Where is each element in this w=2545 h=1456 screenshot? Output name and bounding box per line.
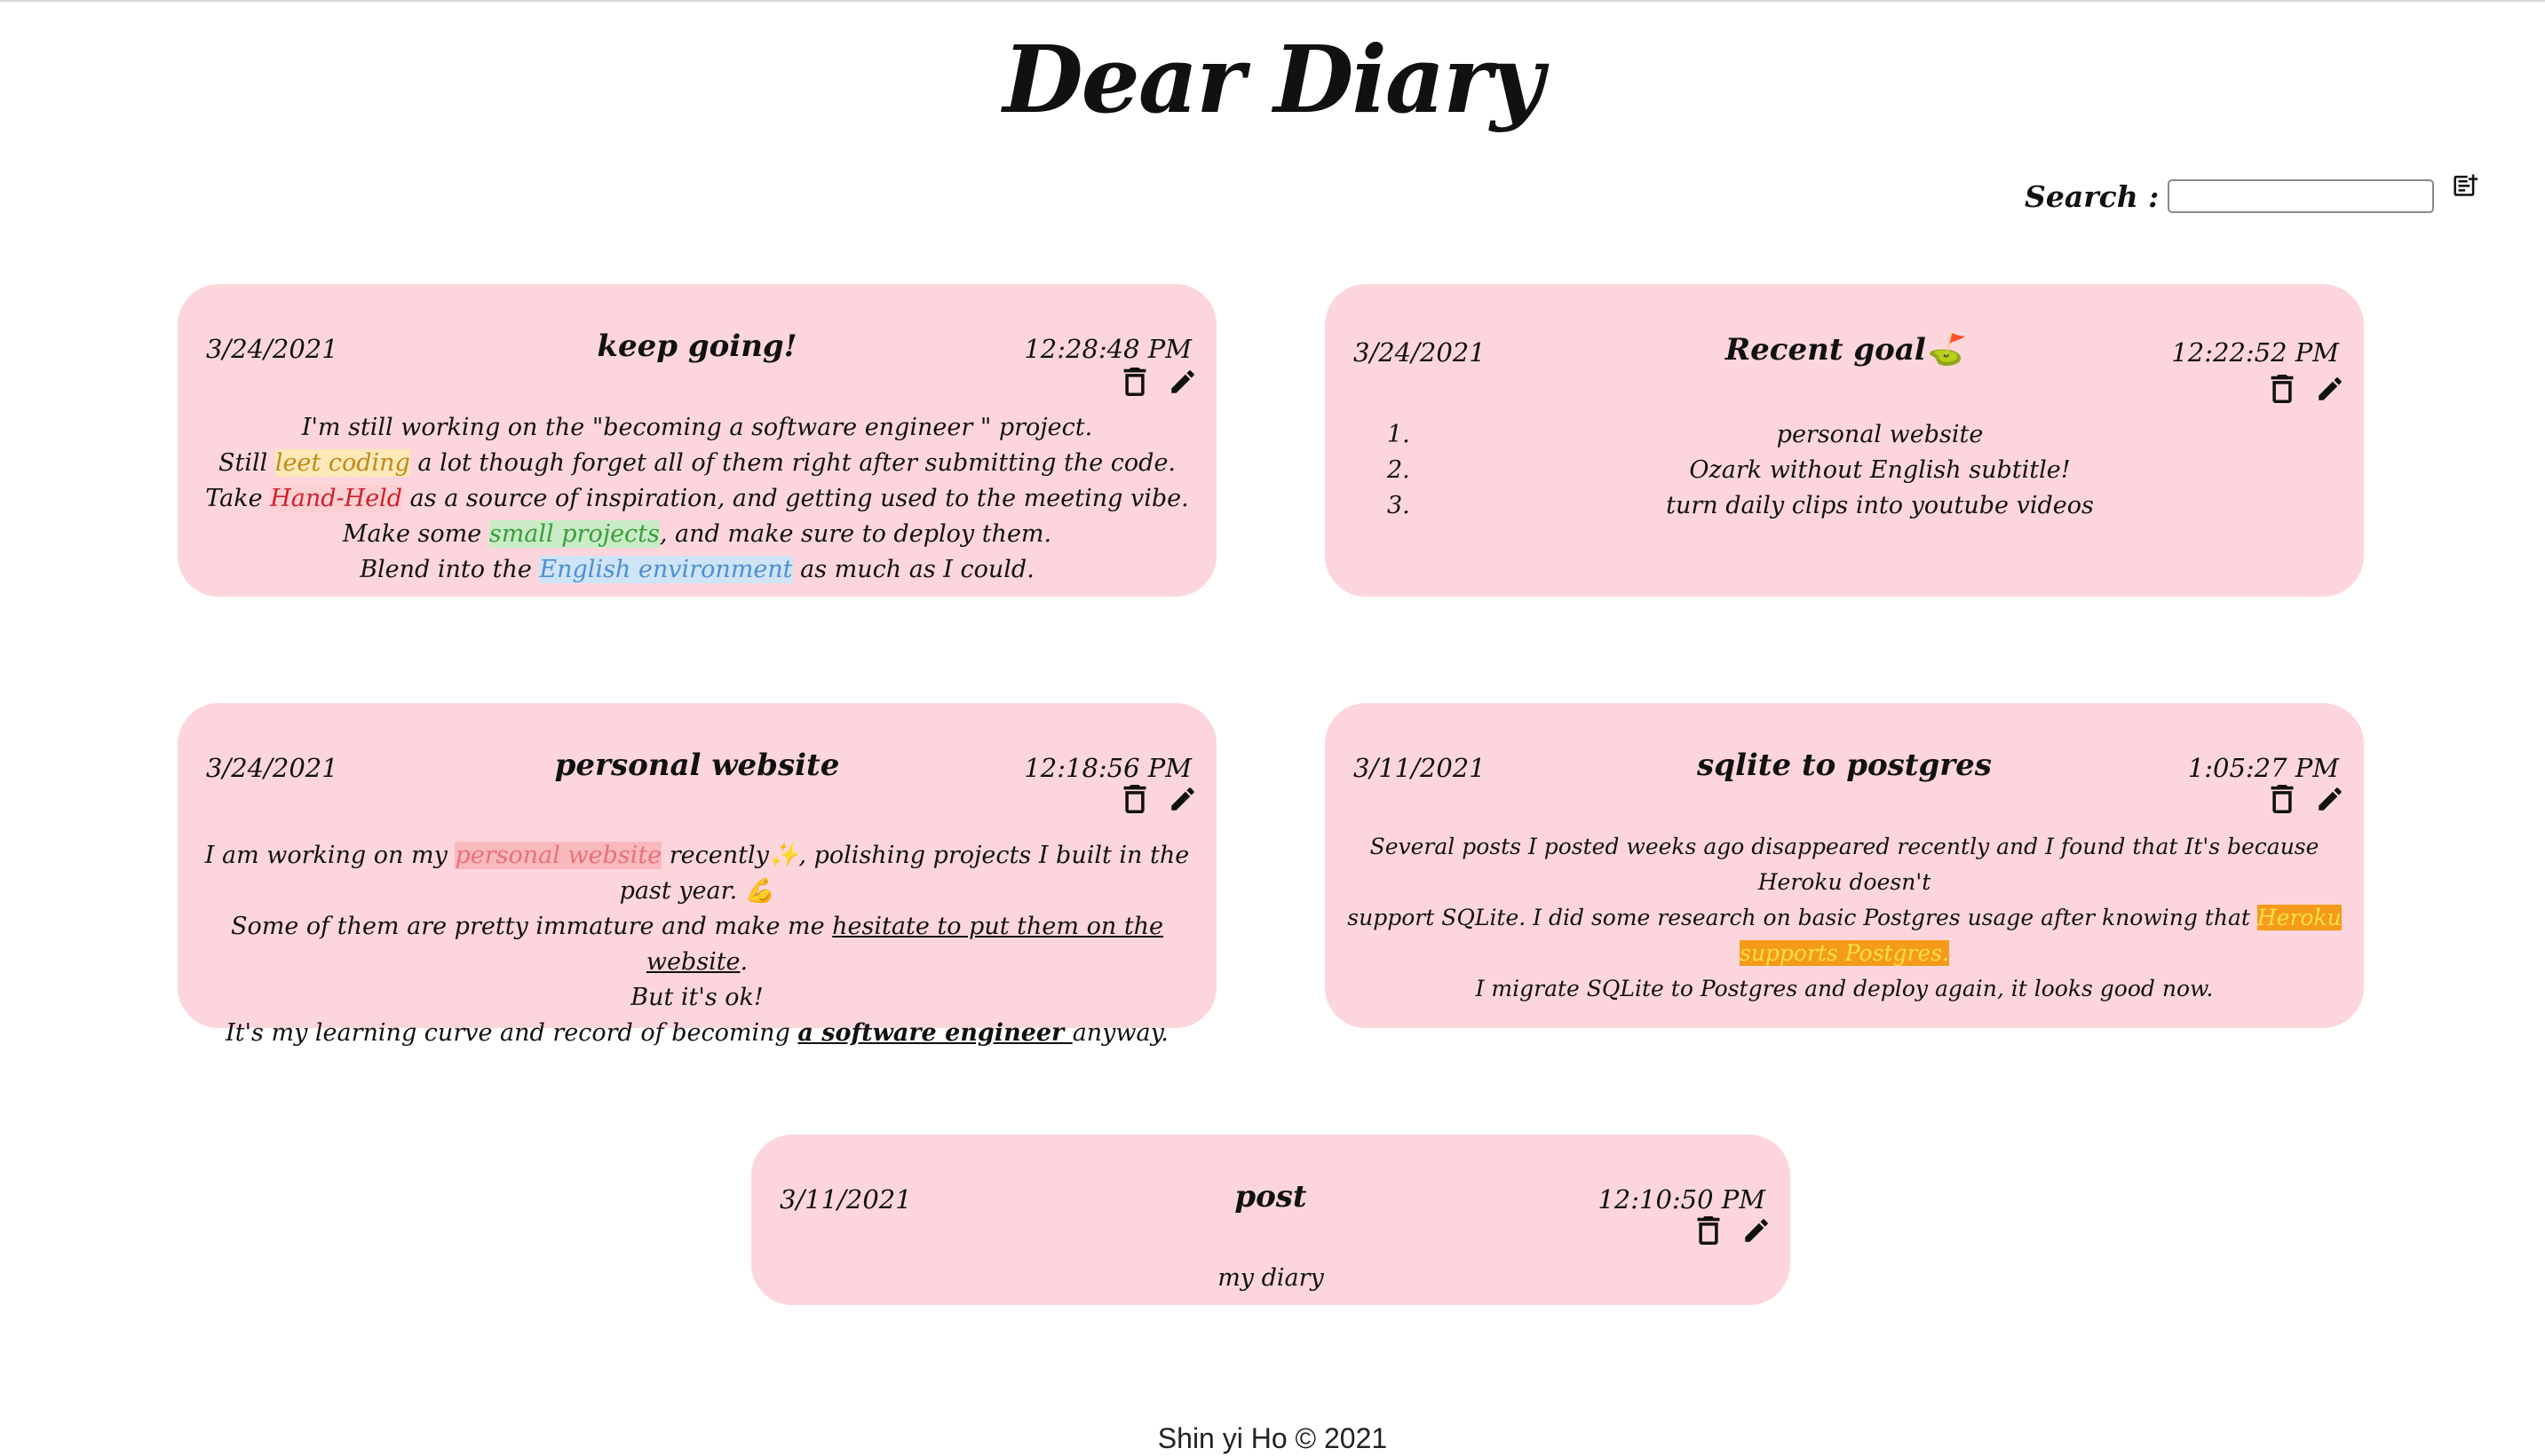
delete-button[interactable] — [2264, 779, 2300, 819]
search-input[interactable] — [2168, 179, 2435, 213]
entry-line: Make some small projects, and make sure … — [342, 520, 1052, 548]
entry-line: I migrate SQLite to Postgres and deploy … — [1475, 976, 2214, 1001]
highlight-text: Hand-Held — [270, 485, 403, 512]
page-title: Dear Diary — [1003, 25, 1543, 134]
list-item: 3. turn daily clips into youtube videos — [1387, 492, 2094, 519]
goal-list: 1. personal website 2. Ozark without Engli… — [1336, 417, 2353, 524]
pencil-icon — [1171, 370, 1194, 393]
entry-line: Take Hand-Held as a source of inspiratio… — [205, 485, 1189, 512]
entry-line: my diary — [1217, 1264, 1324, 1292]
top-border — [0, 0, 2545, 2]
diary-card: 3/24/2021 personal website 12:18:56 PM I… — [178, 703, 1217, 1047]
entry-time: 12:10:50 PM — [1598, 1184, 1765, 1215]
entry-body: I'm still working on the "becoming a sof… — [188, 410, 1206, 588]
delete-button[interactable] — [1117, 362, 1153, 401]
delete-button[interactable] — [1117, 779, 1153, 819]
pencil-icon — [1745, 1219, 1768, 1242]
entry-line: Blend into the English environment as mu… — [360, 556, 1035, 583]
delete-button[interactable] — [2264, 369, 2300, 408]
search-bar: Search : — [2025, 174, 2487, 218]
bold-underlined-text: a software engineer — [797, 1019, 1073, 1047]
pencil-icon — [2319, 377, 2342, 400]
entry-line: But it's ok! — [630, 984, 764, 1011]
trash-icon — [1123, 785, 1146, 813]
highlight-text: personal website — [455, 842, 662, 869]
entry-line: support SQLite. I did some research on b… — [1347, 905, 2342, 966]
edit-button[interactable] — [1165, 362, 1201, 401]
diary-card: 3/11/2021 post 12:10:50 PM my diary — [751, 1135, 1790, 1305]
edit-button[interactable] — [1165, 779, 1201, 819]
edit-button[interactable] — [2312, 369, 2348, 408]
entry-time: 12:28:48 PM — [1024, 334, 1192, 364]
entry-line: Some of them are pretty immature and mak… — [230, 913, 1164, 976]
entry-line: I'm still working on the "becoming a sof… — [301, 414, 1093, 441]
search-label: Search : — [2025, 178, 2160, 214]
entry-body: I am working on my personal website rece… — [188, 838, 1206, 1051]
footer-text: Shin yi Ho © 2021 — [1157, 1422, 1388, 1454]
highlight-text: English environment — [539, 556, 793, 583]
pencil-icon — [1171, 787, 1194, 811]
entry-line: Still leet coding a lot though forget al… — [218, 449, 1177, 477]
list-item: 1. personal website — [1387, 421, 1984, 448]
diary-card: 3/24/2021 Recent goal⛳ 12:22:52 PM 1. per… — [1325, 284, 2364, 597]
entry-line: Several posts I posted weeks ago disappe… — [1369, 834, 2319, 895]
entry-body: Several posts I posted weeks ago disappe… — [1328, 829, 2360, 1007]
delete-button[interactable] — [1691, 1211, 1726, 1250]
pencil-icon — [2319, 787, 2342, 811]
entry-line: I am working on my personal website rece… — [204, 842, 1190, 905]
edit-button[interactable] — [1739, 1211, 1774, 1250]
note-add-icon[interactable] — [2446, 172, 2487, 213]
entry-body: 1. personal website 2. Ozark without Engli… — [1336, 417, 2353, 524]
trash-icon — [2271, 785, 2294, 813]
list-item: 2. Ozark without English subtitle! — [1387, 456, 2071, 484]
highlight-text: small projects — [488, 520, 660, 548]
entry-body: my diary — [762, 1261, 1780, 1296]
diary-card: 3/24/2021 keep going! 12:28:48 PM I'm st… — [178, 284, 1217, 597]
entry-time: 12:18:56 PM — [1024, 753, 1192, 783]
highlight-text: leet coding — [274, 449, 410, 477]
trash-icon — [1123, 368, 1146, 396]
diary-card: 3/11/2021 sqlite to postgres 1:05:27 PM … — [1325, 703, 2364, 1028]
entry-line: It's my learning curve and record of bec… — [226, 1019, 1169, 1047]
edit-button[interactable] — [2312, 779, 2348, 819]
entry-time: 1:05:27 PM — [2187, 753, 2339, 783]
trash-icon — [1697, 1216, 1720, 1245]
entry-time: 12:22:52 PM — [2171, 337, 2339, 368]
trash-icon — [2271, 375, 2294, 403]
